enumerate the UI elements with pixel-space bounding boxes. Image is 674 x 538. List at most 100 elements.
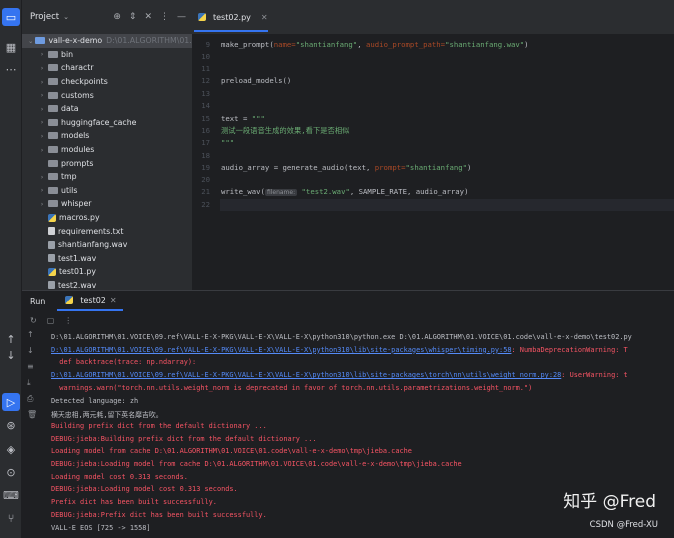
close-icon[interactable]: ✕ <box>110 296 117 305</box>
folder-icon[interactable]: ▭ <box>2 8 20 26</box>
tree-item[interactable]: › data <box>22 102 192 116</box>
line-number: 18 <box>201 151 210 160</box>
tree-item[interactable]: › checkpoints <box>22 75 192 89</box>
console-line[interactable]: D:\01.ALGORITHM\01.VOICE\09.ref\VALL-E-X… <box>51 371 628 379</box>
tree-item[interactable]: requirements.txt <box>22 224 192 238</box>
terminal-icon[interactable]: ⌨ <box>2 486 20 504</box>
tab-test02[interactable]: test02.py ✕ <box>196 8 268 26</box>
chevron-right-icon[interactable]: › <box>38 132 46 140</box>
tree-item[interactable]: › bin <box>22 48 192 62</box>
more-icon[interactable]: ⋮ <box>64 316 72 325</box>
chevron-right-icon[interactable]: › <box>38 78 46 86</box>
close-icon[interactable]: ✕ <box>261 13 268 22</box>
arrow-down-icon[interactable]: ↓ <box>27 346 34 355</box>
tree-item-label: test1.wav <box>58 253 97 263</box>
console-line: warnings.warn("torch.nn.utils.weight_nor… <box>51 384 532 392</box>
tree-item[interactable]: › utils <box>22 184 192 198</box>
tree-item[interactable]: test01.py <box>22 265 192 279</box>
folder-icon <box>48 118 58 126</box>
console-line: D:\01.ALGORITHM\01.VOICE\09.ref\VALL-E-X… <box>51 333 632 341</box>
folder-icon <box>48 200 58 208</box>
project-title[interactable]: Project <box>30 12 59 22</box>
code-editor[interactable]: make_prompt(name="shantianfang", audio_p… <box>220 34 674 290</box>
run-tab-test02[interactable]: test02 ✕ <box>57 291 123 311</box>
console-text: DEBUG:jieba:Loading model cost 0.313 sec… <box>51 485 238 494</box>
chevron-right-icon[interactable]: › <box>38 146 46 154</box>
arrow-down-icon[interactable]: ↓ <box>2 346 20 364</box>
stop-icon[interactable]: ▢ <box>47 316 55 325</box>
chevron-right-icon[interactable]: › <box>38 118 46 126</box>
tree-item[interactable]: shantianfang.wav <box>22 238 192 252</box>
trash-icon[interactable]: 🗑 <box>27 410 37 419</box>
git-icon[interactable]: ⑂ <box>2 509 20 527</box>
locate-icon[interactable]: ⊕ <box>113 12 121 22</box>
folder-icon <box>48 50 58 58</box>
console-line: VALL-E EOS [725 -> 1558] <box>51 524 151 532</box>
layers-icon[interactable]: ◈ <box>2 440 20 458</box>
chevron-down-icon[interactable]: ⌄ <box>63 13 69 21</box>
audio-file-icon <box>48 240 55 249</box>
rerun-icon[interactable]: ↻ <box>30 316 37 325</box>
run-icon[interactable]: ▷ <box>2 393 20 411</box>
options-icon[interactable]: ⋮ <box>160 12 169 22</box>
chevron-right-icon[interactable]: › <box>38 200 46 208</box>
arrow-up-icon[interactable]: ↑ <box>27 330 34 339</box>
chevron-right-icon[interactable]: › <box>38 64 46 72</box>
tree-item[interactable]: › tmp <box>22 170 192 184</box>
structure-icon[interactable]: ▦ <box>2 38 20 56</box>
collapse-icon[interactable]: ⇕ <box>129 12 137 22</box>
tree-item-label: macros.py <box>59 213 100 223</box>
code-line-15: text = """ <box>221 114 265 123</box>
tree-item[interactable]: › whisper <box>22 197 192 211</box>
code-token: "shantianfang" <box>295 40 358 49</box>
tree-root[interactable]: ⌄ vall-e-x-demo D:\01.ALGORITHM\01.V <box>22 34 192 48</box>
tree-item[interactable]: test2.wav <box>22 279 192 290</box>
tree-item[interactable]: test1.wav <box>22 252 192 266</box>
tree-item[interactable]: › customs <box>22 88 192 102</box>
more-icon[interactable]: ⋯ <box>2 60 20 78</box>
console-line: DEBUG:jieba:Loading model cost 0.313 sec… <box>51 485 238 493</box>
chevron-right-icon[interactable]: › <box>38 91 46 99</box>
console-text: Detected language: zh <box>51 396 139 405</box>
tree-item[interactable]: › models <box>22 129 192 143</box>
python-console-icon[interactable]: ⊙ <box>2 463 20 481</box>
tree-item[interactable]: macros.py <box>22 211 192 225</box>
print-icon[interactable]: ⎙ <box>27 394 33 404</box>
console-text: Loading model cost 0.313 seconds. <box>51 472 188 481</box>
close-icon[interactable]: ✕ <box>144 12 152 22</box>
console-line: Detected language: zh <box>51 397 138 405</box>
code-line-19: audio_array = generate_audio(text, promp… <box>221 163 471 172</box>
line-number: 22 <box>201 200 210 209</box>
chevron-right-icon[interactable]: › <box>38 186 46 194</box>
tree-item[interactable]: prompts <box>22 156 192 170</box>
chevron-right-icon[interactable]: › <box>38 105 46 113</box>
code-line-21: write_wav(filename: "test2.wav", SAMPLE_… <box>221 187 468 196</box>
tab-label: test02.py <box>213 12 251 22</box>
console-text: def backtrace(trace: np.ndarray): <box>51 358 197 367</box>
folder-icon <box>48 78 58 86</box>
console-line: DEBUG:jieba:Prefix dict has been built s… <box>51 511 267 519</box>
line-number: 11 <box>201 64 210 73</box>
code-token: , <box>357 40 366 49</box>
tree-item-label: prompts <box>61 158 94 168</box>
console-line: Loading model cost 0.313 seconds. <box>51 473 188 481</box>
tree-item[interactable]: › modules <box>22 143 192 157</box>
project-header: Project ⌄ ⊕ ⇕ ✕ ⋮ — <box>22 0 192 34</box>
project-panel: Project ⌄ ⊕ ⇕ ✕ ⋮ — ⌄ vall-e-x-demo D:\0… <box>22 0 192 290</box>
minimize-icon[interactable]: — <box>177 12 186 22</box>
console-text: VALL-E EOS [725 -> 1558] <box>51 523 151 532</box>
tree-item[interactable]: › huggingface_cache <box>22 116 192 130</box>
console-link[interactable]: D:\01.ALGORITHM\01.VOICE\09.ref\VALL-E-X… <box>51 371 561 379</box>
chevron-right-icon[interactable]: › <box>38 173 46 181</box>
console-text: Building prefix dict from the default di… <box>51 421 267 430</box>
console-link[interactable]: D:\01.ALGORITHM\01.VOICE\09.ref\VALL-E-X… <box>51 346 512 354</box>
chevron-right-icon[interactable]: › <box>38 50 46 58</box>
chevron-down-icon[interactable]: ⌄ <box>28 37 33 45</box>
tree-item[interactable]: › charactr <box>22 61 192 75</box>
tree-item-label: modules <box>61 145 95 155</box>
soft-wrap-icon[interactable]: ≡ <box>27 362 34 371</box>
tree-item-label: whisper <box>61 199 92 209</box>
scroll-to-end-icon[interactable]: ⤓ <box>27 378 31 388</box>
python-packages-icon[interactable]: ⊛ <box>2 416 20 434</box>
console-line[interactable]: D:\01.ALGORITHM\01.VOICE\09.ref\VALL-E-X… <box>51 346 628 354</box>
